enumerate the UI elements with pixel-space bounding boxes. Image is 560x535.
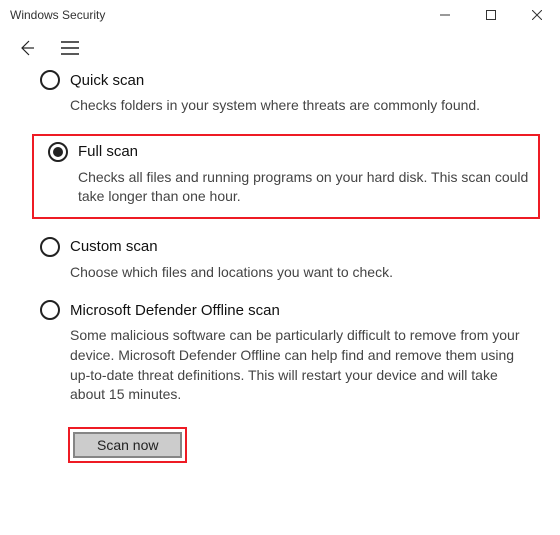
highlight-box-scan-now: Scan now — [68, 427, 187, 463]
radio-full-scan[interactable] — [48, 142, 68, 162]
custom-scan-label: Custom scan — [70, 238, 158, 255]
radio-offline-scan[interactable] — [40, 300, 60, 320]
full-scan-label: Full scan — [78, 143, 138, 160]
custom-scan-desc: Choose which files and locations you wan… — [70, 263, 536, 283]
maximize-button[interactable] — [468, 0, 514, 30]
scan-options-panel: Quick scan Checks folders in your system… — [0, 66, 560, 479]
back-button[interactable] — [14, 36, 38, 60]
highlight-box-full-scan: Full scan Checks all files and running p… — [32, 134, 540, 219]
offline-scan-desc: Some malicious software can be particula… — [70, 326, 536, 404]
scan-now-button[interactable]: Scan now — [73, 432, 182, 458]
title-bar: Windows Security — [0, 0, 560, 30]
hamburger-menu-icon[interactable] — [58, 36, 82, 60]
minimize-button[interactable] — [422, 0, 468, 30]
toolbar — [0, 30, 560, 66]
scan-option-quick: Quick scan Checks folders in your system… — [40, 70, 536, 116]
quick-scan-desc: Checks folders in your system where thre… — [70, 96, 536, 116]
window-title: Windows Security — [10, 8, 105, 22]
quick-scan-label: Quick scan — [70, 72, 144, 89]
full-scan-desc: Checks all files and running programs on… — [78, 168, 532, 207]
scan-option-offline: Microsoft Defender Offline scan Some mal… — [40, 300, 536, 404]
scan-option-custom: Custom scan Choose which files and locat… — [40, 237, 536, 283]
radio-custom-scan[interactable] — [40, 237, 60, 257]
close-button[interactable] — [514, 0, 560, 30]
offline-scan-label: Microsoft Defender Offline scan — [70, 302, 280, 319]
radio-quick-scan[interactable] — [40, 70, 60, 90]
